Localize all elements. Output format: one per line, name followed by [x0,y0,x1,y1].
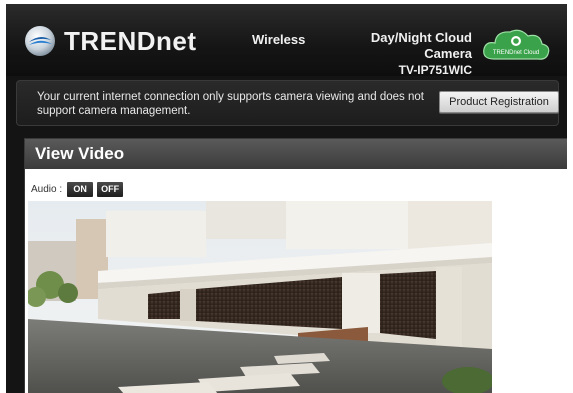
product-name: Day/Night Cloud Camera [370,30,472,61]
product-model: TV-IP751WIC [398,63,472,77]
audio-controls: Audio : ON OFF [31,181,127,197]
audio-on-button[interactable]: ON [67,181,94,197]
video-feed[interactable] [28,201,492,393]
video-frame-image [28,201,492,393]
camera-web-app: TRENDnet Wireless Day/Night Cloud Camera… [6,4,567,393]
connection-notice: Your current internet connection only su… [16,80,559,126]
cloud-badge-text: TRENDnet Cloud [493,50,539,56]
product-name-block: Day/Night Cloud Camera TV-IP751WIC [324,30,472,78]
product-registration-button[interactable]: Product Registration [439,91,559,113]
product-type: Wireless [252,32,306,47]
brand-name: TRENDnet [64,25,197,56]
trendnet-logo-icon [25,26,55,56]
brand-logo: TRENDnet [24,24,197,58]
panel-title: View Video [25,139,567,169]
header-bar: TRENDnet Wireless Day/Night Cloud Camera… [6,4,567,78]
notice-message: Your current internet connection only su… [37,91,424,117]
audio-off-button[interactable]: OFF [97,181,124,197]
audio-label: Audio : [31,183,63,195]
cloud-badge-icon: TRENDnet Cloud [483,29,550,60]
view-video-panel: View Video Audio : ON OFF [24,138,567,393]
